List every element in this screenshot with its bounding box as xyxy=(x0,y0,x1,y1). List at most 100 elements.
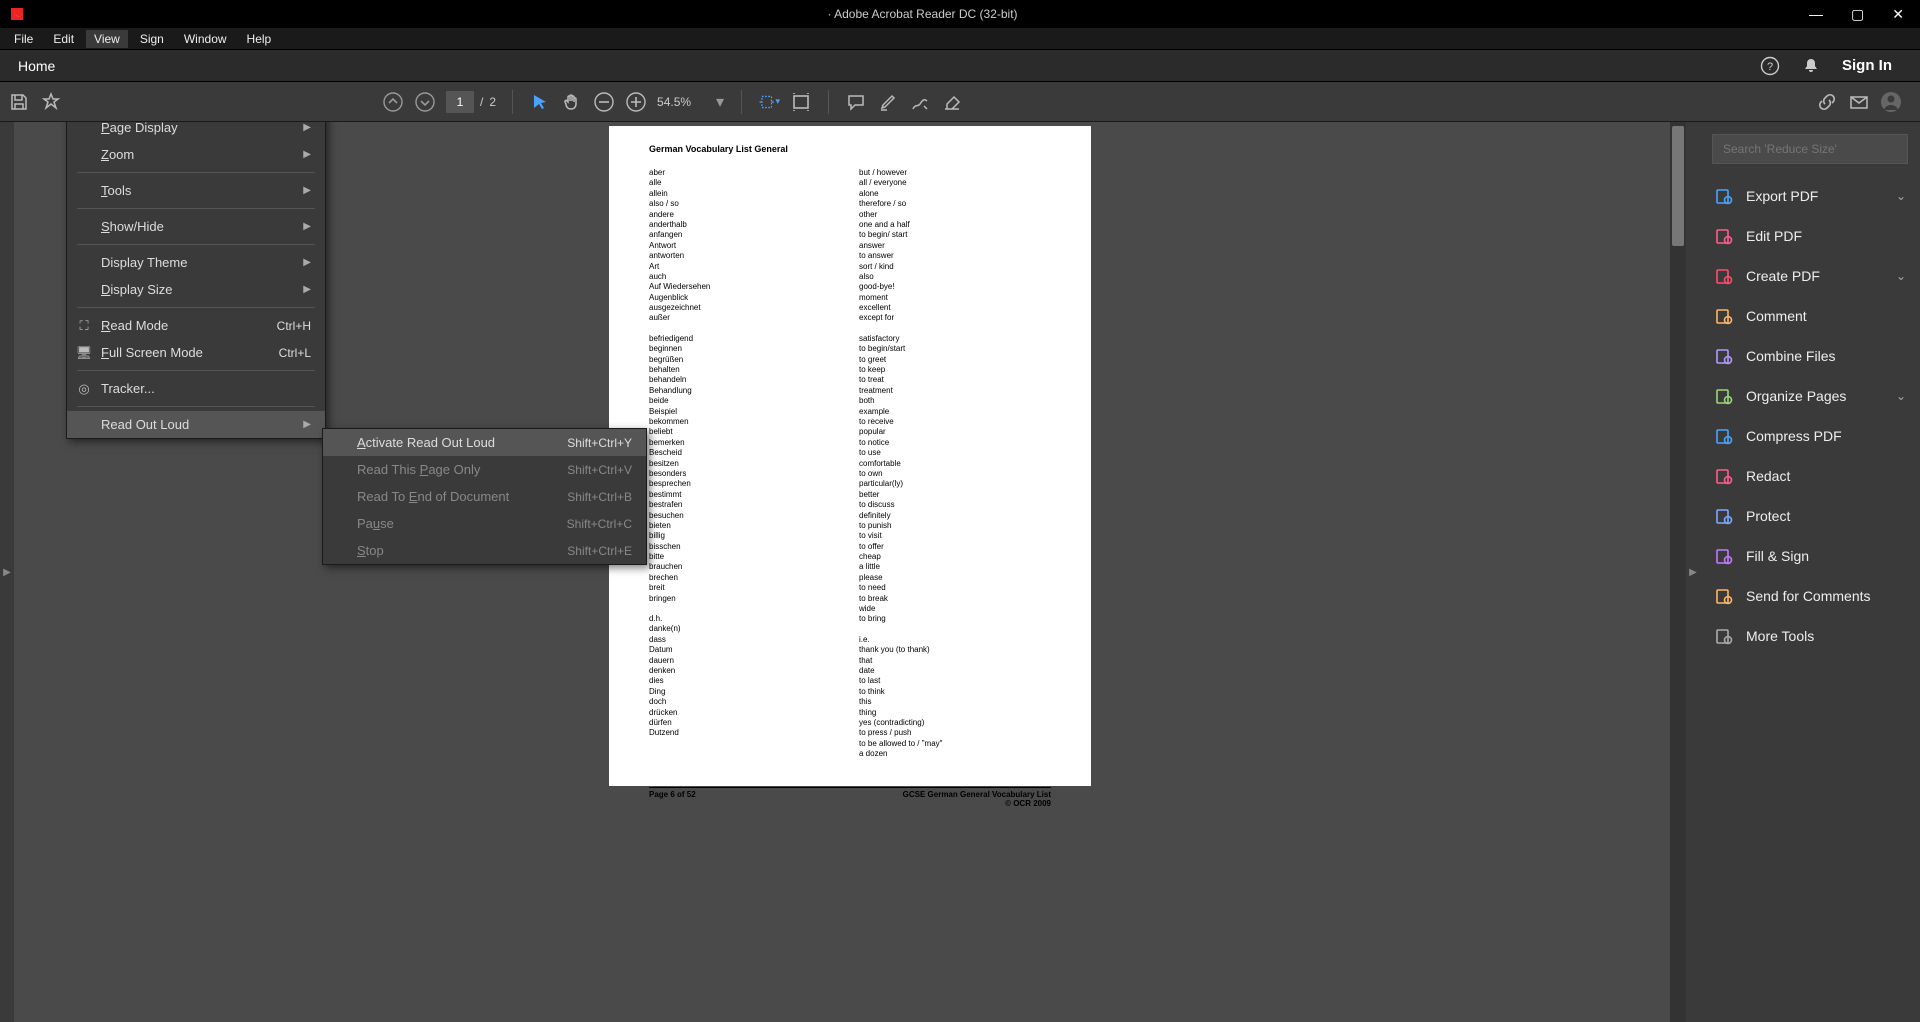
read-out-loud-item: PauseShift+Ctrl+C xyxy=(323,510,646,537)
save-icon[interactable] xyxy=(8,91,30,113)
tool-combine-files[interactable]: Combine Files xyxy=(1700,336,1920,376)
sign-in-button[interactable]: Sign In xyxy=(1842,57,1892,74)
menu-help[interactable]: Help xyxy=(239,30,280,48)
vocab-entry: to answer xyxy=(859,251,1051,261)
erase-icon[interactable] xyxy=(941,91,963,113)
view-menu-item[interactable]: Tools▶ xyxy=(67,177,325,204)
view-menu-item[interactable]: Page Display▶ xyxy=(67,122,325,141)
comment-icon[interactable] xyxy=(845,91,867,113)
view-menu-item[interactable]: Show/Hide▶ xyxy=(67,213,325,240)
page-down-icon[interactable] xyxy=(414,91,436,113)
selection-arrow-icon[interactable] xyxy=(529,91,551,113)
right-panel-handle[interactable]: ▶ xyxy=(1686,122,1700,1022)
scrollbar-thumb[interactable] xyxy=(1672,126,1684,246)
highlight-icon[interactable] xyxy=(877,91,899,113)
vocab-entry: außer xyxy=(649,313,841,323)
menu-window[interactable]: Window xyxy=(176,30,235,48)
vocab-entry: brechen xyxy=(649,573,841,583)
vocab-entry: date xyxy=(859,666,1051,676)
hand-icon[interactable] xyxy=(561,91,583,113)
fit-page-icon[interactable] xyxy=(790,91,812,113)
tool-redact[interactable]: Redact xyxy=(1700,456,1920,496)
menubar: FileEditViewSignWindowHelp xyxy=(0,28,1920,50)
menu-file[interactable]: File xyxy=(6,30,41,48)
tool-more-tools[interactable]: More Tools xyxy=(1700,616,1920,656)
fit-width-icon[interactable]: ▾ xyxy=(758,91,780,113)
close-button[interactable]: ✕ xyxy=(1892,6,1904,23)
window-controls: — ▢ ✕ xyxy=(1809,6,1904,23)
vocab-entry: Augenblick xyxy=(649,293,841,303)
vocab-entry: bemerken xyxy=(649,438,841,448)
vocab-entry: besonders xyxy=(649,469,841,479)
menu-view[interactable]: View xyxy=(86,30,128,48)
menu-sign[interactable]: Sign xyxy=(132,30,172,48)
help-icon[interactable]: ? xyxy=(1760,56,1780,76)
tool-icon xyxy=(1714,626,1734,646)
vertical-scrollbar[interactable] xyxy=(1670,122,1686,1022)
view-menu-item[interactable]: Zoom▶ xyxy=(67,141,325,168)
read-out-loud-item[interactable]: Activate Read Out LoudShift+Ctrl+Y xyxy=(323,429,646,456)
vocab-entry: definitely xyxy=(859,511,1051,521)
tool-compress-pdf[interactable]: Compress PDF xyxy=(1700,416,1920,456)
bell-icon[interactable] xyxy=(1802,57,1820,75)
mail-icon[interactable] xyxy=(1848,91,1870,113)
page-footer: Page 6 of 52 GCSE German General Vocabul… xyxy=(649,787,1051,808)
document-area[interactable]: German Vocabulary List General aberallea… xyxy=(14,122,1686,1022)
tool-fill-sign[interactable]: Fill & Sign xyxy=(1700,536,1920,576)
vocab-entry: thing xyxy=(859,708,1051,718)
view-menu-item[interactable]: 🖥Full Screen ModeCtrl+L xyxy=(67,339,325,366)
search-input[interactable] xyxy=(1712,134,1908,164)
view-menu-item[interactable]: Display Theme▶ xyxy=(67,249,325,276)
vocab-entry: to bring xyxy=(859,614,1051,624)
view-menu-item[interactable]: Display Size▶ xyxy=(67,276,325,303)
vocab-entry: to punish xyxy=(859,521,1051,531)
account-icon[interactable] xyxy=(1880,91,1902,113)
star-icon[interactable] xyxy=(40,91,62,113)
vocab-entry: popular xyxy=(859,427,1051,437)
draw-icon[interactable] xyxy=(909,91,931,113)
vocab-entry: to be allowed to / "may" xyxy=(859,739,1051,749)
vocab-entry: a little xyxy=(859,562,1051,572)
view-menu-item[interactable]: ⛶Read ModeCtrl+H xyxy=(67,312,325,339)
vocab-entry: example xyxy=(859,407,1051,417)
view-menu-item[interactable]: Read Out Loud▶ xyxy=(67,411,325,438)
tool-create-pdf[interactable]: Create PDF⌄ xyxy=(1700,256,1920,296)
vocab-entry: bekommen xyxy=(649,417,841,427)
maximize-button[interactable]: ▢ xyxy=(1851,6,1864,23)
zoom-dropdown-icon[interactable]: ▾ xyxy=(715,91,725,113)
page-up-icon[interactable] xyxy=(382,91,404,113)
vocab-entry: Bescheid xyxy=(649,448,841,458)
tool-icon xyxy=(1714,466,1734,486)
vocab-entry: bisschen xyxy=(649,542,841,552)
tab-home[interactable]: Home xyxy=(0,52,73,80)
minimize-button[interactable]: — xyxy=(1809,6,1823,23)
tool-organize-pages[interactable]: Organize Pages⌄ xyxy=(1700,376,1920,416)
link-icon[interactable] xyxy=(1816,91,1838,113)
page-current-input[interactable] xyxy=(446,91,474,113)
tool-comment[interactable]: Comment xyxy=(1700,296,1920,336)
document-heading: German Vocabulary List General xyxy=(649,144,1051,154)
tool-label: Redact xyxy=(1746,468,1790,484)
zoom-out-icon[interactable] xyxy=(593,91,615,113)
vocab-entry: behandeln xyxy=(649,375,841,385)
tool-protect[interactable]: Protect xyxy=(1700,496,1920,536)
vocab-entry: but / however xyxy=(859,168,1051,178)
vocab-entry: alone xyxy=(859,189,1051,199)
tool-label: Create PDF xyxy=(1746,268,1820,284)
chevron-down-icon: ⌄ xyxy=(1896,189,1906,203)
left-panel-handle[interactable]: ▶ xyxy=(0,122,14,1022)
zoom-in-icon[interactable] xyxy=(625,91,647,113)
tool-label: Compress PDF xyxy=(1746,428,1842,444)
vocab-entry: wide xyxy=(859,604,1051,614)
zoom-input[interactable] xyxy=(657,95,705,109)
view-menu-item[interactable]: ◎Tracker... xyxy=(67,375,325,402)
menu-edit[interactable]: Edit xyxy=(45,30,82,48)
tool-export-pdf[interactable]: Export PDF⌄ xyxy=(1700,176,1920,216)
vocab-entry: all / everyone xyxy=(859,178,1051,188)
tool-send-for-comments[interactable]: Send for Comments xyxy=(1700,576,1920,616)
tool-edit-pdf[interactable]: Edit PDF xyxy=(1700,216,1920,256)
vocab-entry: to discuss xyxy=(859,500,1051,510)
read-out-loud-item: Read To End of DocumentShift+Ctrl+B xyxy=(323,483,646,510)
vocab-entry: answer xyxy=(859,241,1051,251)
tool-label: Edit PDF xyxy=(1746,228,1802,244)
